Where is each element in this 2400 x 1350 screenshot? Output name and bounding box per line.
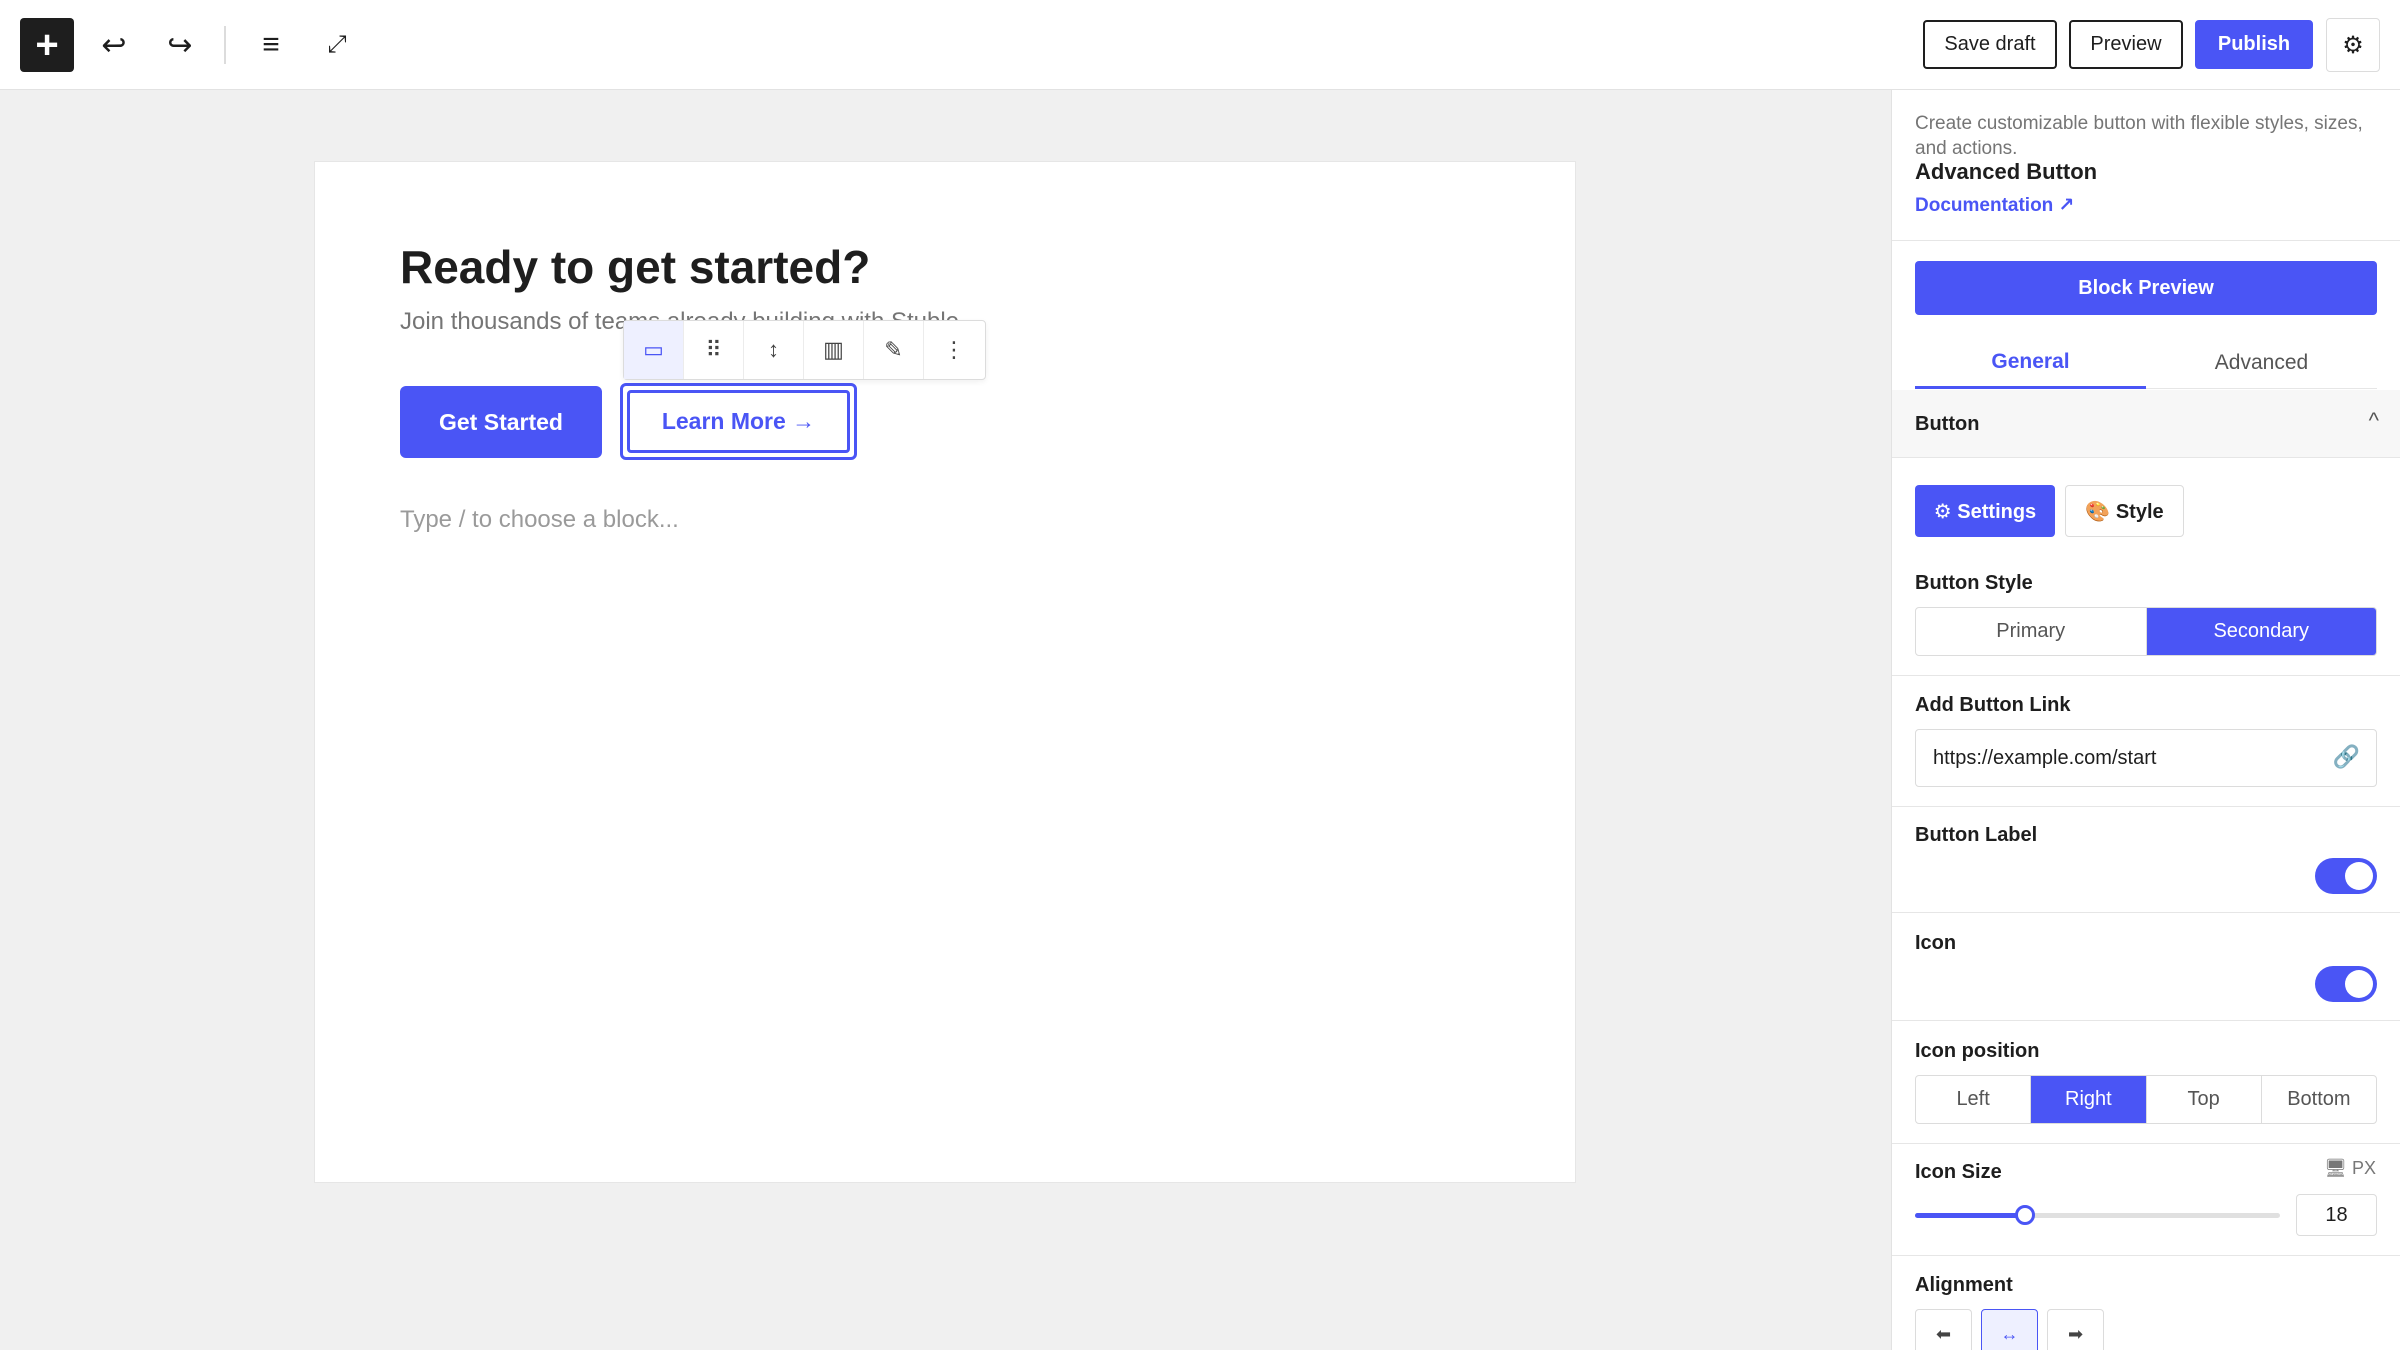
chevron-up-icon[interactable]: ^ <box>2369 408 2379 434</box>
panel-title: Button <box>1915 413 1980 435</box>
more-options-icon[interactable]: ⋮ <box>924 321 984 379</box>
list-view-icon[interactable]: ≡ <box>244 18 298 72</box>
editor-canvas: Ready to get started? Join thousands of … <box>314 161 1576 1183</box>
divider <box>1892 240 2400 241</box>
link-icon[interactable]: 🔗 <box>2333 744 2360 770</box>
tab-advanced[interactable]: Advanced <box>2146 337 2377 389</box>
icon-position-top[interactable]: Top <box>2147 1076 2262 1123</box>
icon-position-bottom[interactable]: Bottom <box>2262 1076 2376 1123</box>
preview-button[interactable]: Preview <box>2069 20 2183 69</box>
icon-size-slider[interactable] <box>1915 1205 2280 1225</box>
icon-position-left[interactable]: Left <box>1916 1076 2032 1123</box>
divider <box>1892 1020 2400 1021</box>
page-heading[interactable]: Ready to get started? <box>400 240 870 294</box>
divider <box>1892 912 2400 913</box>
block-title: Advanced Button <box>1915 159 2098 184</box>
icon-size-label: Icon Size <box>1915 1161 2002 1183</box>
align-icon[interactable]: ▥ <box>804 321 864 379</box>
align-right-icon[interactable]: ➡ <box>2047 1309 2104 1350</box>
button-link-input[interactable]: https://example.com/start 🔗 <box>1915 729 2377 787</box>
block-description: Create customizable button with flexible… <box>1915 113 2363 159</box>
divider <box>1892 806 2400 807</box>
style-pill-button[interactable]: 🎨 Style <box>2065 485 2184 537</box>
settings-pill-button[interactable]: ⚙ Settings <box>1915 485 2055 537</box>
divider <box>1892 1143 2400 1144</box>
unit-text: PX <box>2351 1158 2376 1178</box>
documentation-link[interactable]: Documentation ↗ <box>1915 194 2074 217</box>
learn-more-button[interactable]: Learn More → <box>627 390 850 453</box>
top-toolbar: + ↩ ↪ ≡ ⤢ Save draft Preview Publish ⚙ <box>0 0 2400 90</box>
settings-gear-icon[interactable]: ⚙ <box>2326 18 2380 72</box>
pencil-icon[interactable]: ✎ <box>864 321 924 379</box>
move-up-down-icon[interactable]: ↕ <box>744 321 804 379</box>
button-link-value: https://example.com/start <box>1933 746 2157 769</box>
unit-selector[interactable]: 🖥 PX <box>2324 1158 2376 1179</box>
redo-icon[interactable]: ↪ <box>153 18 207 72</box>
block-settings-sidebar: Create customizable button with flexible… <box>1891 90 2400 1350</box>
alignment-label: Alignment <box>1915 1274 2013 1296</box>
button-link-label: Add Button Link <box>1915 694 2071 716</box>
button-panel-header[interactable]: Button ^ <box>1892 390 2400 458</box>
slider-fill <box>1915 1213 2025 1218</box>
button-label-toggle[interactable] <box>2315 858 2377 894</box>
divider <box>1892 675 2400 676</box>
publish-button[interactable]: Publish <box>2195 20 2313 69</box>
button-style-selector: Primary Secondary <box>1915 607 2377 656</box>
icon-toggle-label: Icon <box>1915 932 1957 954</box>
style-option-primary[interactable]: Primary <box>1916 608 2147 655</box>
icon-position-right[interactable]: Right <box>2031 1076 2147 1123</box>
icon-position-selector: Left Right Top Bottom <box>1915 1075 2377 1124</box>
drag-handle-icon[interactable]: ⠿ <box>684 321 744 379</box>
save-draft-button[interactable]: Save draft <box>1923 20 2057 69</box>
align-left-icon[interactable]: ⬅ <box>1915 1309 1972 1350</box>
block-placeholder[interactable]: Type / to choose a block... <box>400 506 679 534</box>
slider-thumb[interactable] <box>2014 1205 2035 1225</box>
get-started-button[interactable]: Get Started <box>400 386 602 458</box>
block-preview-button[interactable]: Block Preview <box>1915 261 2377 315</box>
style-option-secondary[interactable]: Secondary <box>2146 608 2376 655</box>
toolbar-divider <box>224 26 226 64</box>
icon-position-label: Icon position <box>1915 1040 2040 1062</box>
add-block-icon[interactable]: + <box>20 18 74 72</box>
undo-icon[interactable]: ↩ <box>87 18 141 72</box>
button-block-icon[interactable]: ▭ <box>624 321 684 379</box>
expand-icon[interactable]: ⤢ <box>310 18 364 72</box>
icon-size-input[interactable]: 18 <box>2296 1194 2377 1236</box>
align-center-icon[interactable]: ↔ <box>1981 1309 2038 1350</box>
desktop-icon: 🖥 <box>2324 1158 2347 1178</box>
learn-more-button-selected[interactable]: Learn More → <box>620 383 857 460</box>
button-label-toggle-label: Button Label <box>1915 824 2038 846</box>
icon-toggle[interactable] <box>2315 966 2377 1002</box>
block-toolbar: ▭ ⠿ ↕ ▥ ✎ ⋮ <box>623 320 986 380</box>
button-style-label: Button Style <box>1915 572 2033 594</box>
tab-general[interactable]: General <box>1915 337 2146 389</box>
divider <box>1892 1255 2400 1256</box>
